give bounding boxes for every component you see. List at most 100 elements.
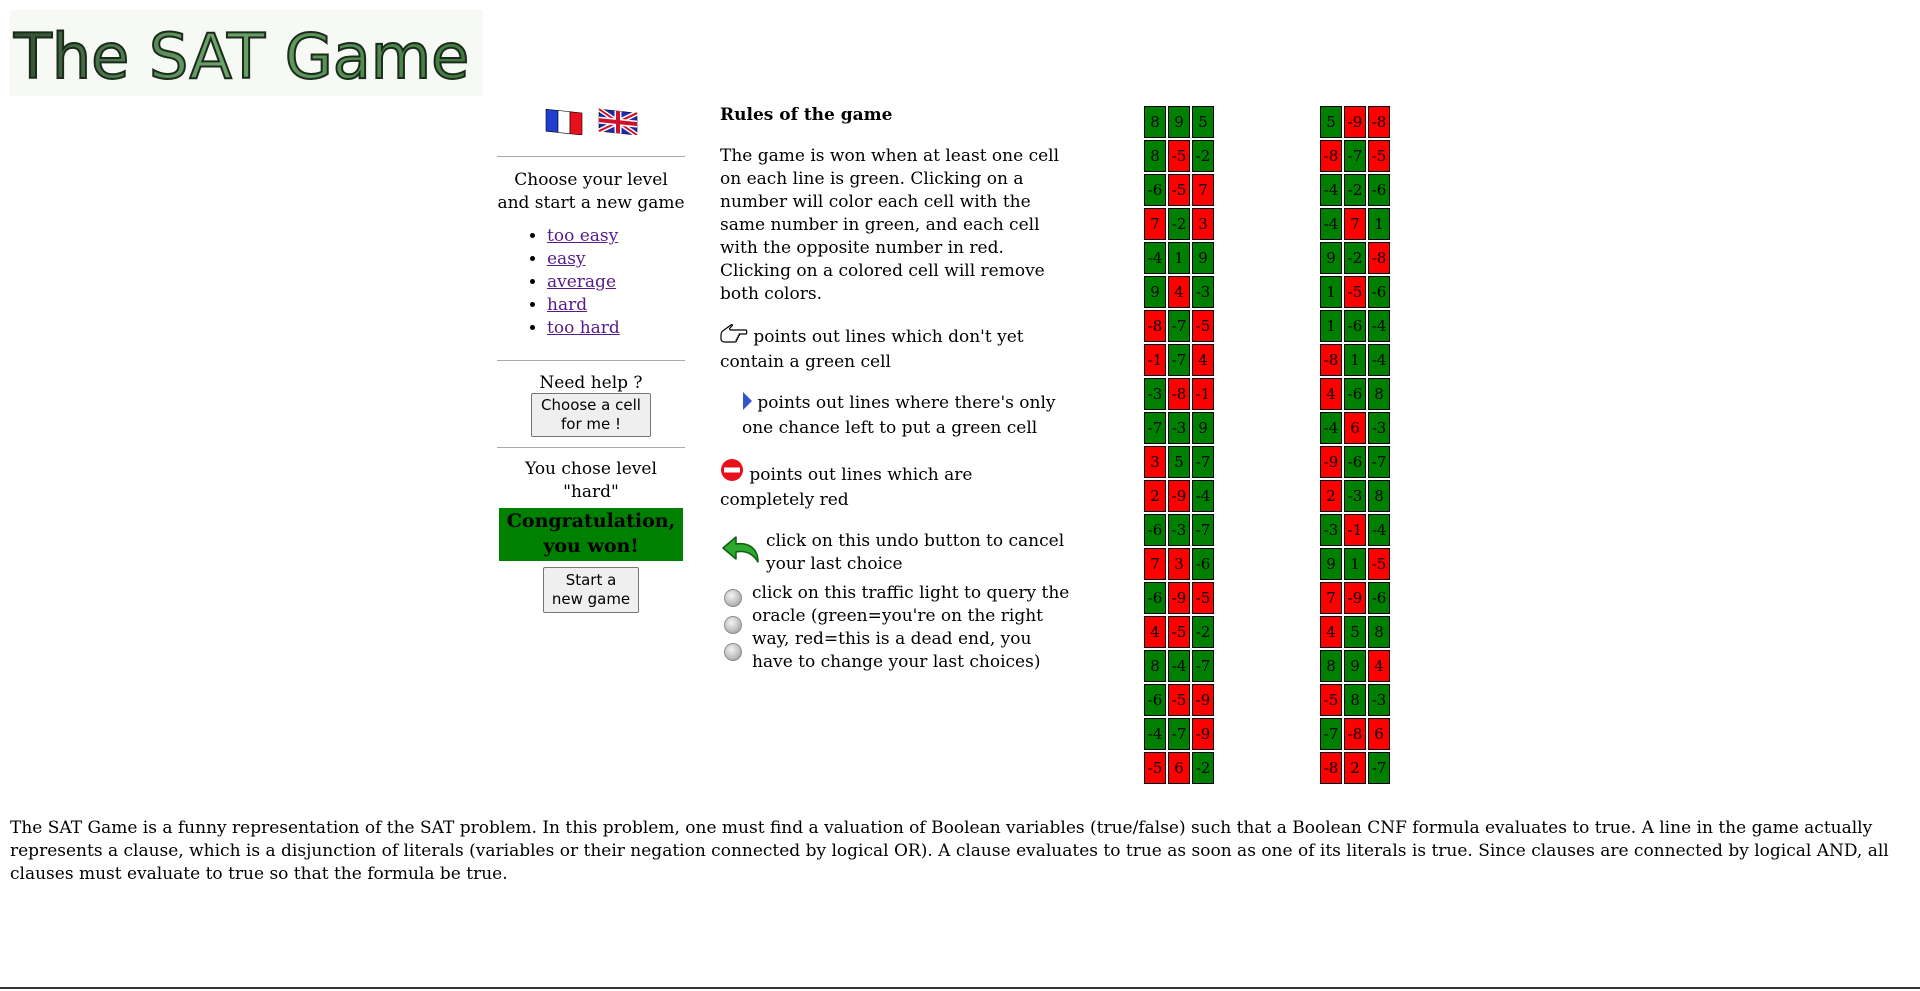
literal-cell[interactable]: -8 [1344, 718, 1366, 750]
literal-cell[interactable]: 5 [1192, 106, 1214, 138]
literal-cell[interactable]: -5 [1168, 140, 1190, 172]
literal-cell[interactable]: -9 [1320, 446, 1342, 478]
literal-cell[interactable]: -4 [1368, 514, 1390, 546]
literal-cell[interactable]: -4 [1368, 344, 1390, 376]
literal-cell[interactable]: 8 [1320, 650, 1342, 682]
literal-cell[interactable]: -5 [1192, 582, 1214, 614]
literal-cell[interactable]: -2 [1192, 140, 1214, 172]
literal-cell[interactable]: 4 [1320, 378, 1342, 410]
literal-cell[interactable]: 9 [1192, 242, 1214, 274]
literal-cell[interactable]: 1 [1368, 208, 1390, 240]
literal-cell[interactable]: 1 [1344, 548, 1366, 580]
literal-cell[interactable]: -3 [1320, 514, 1342, 546]
literal-cell[interactable]: 7 [1344, 208, 1366, 240]
literal-cell[interactable]: 9 [1320, 548, 1342, 580]
literal-cell[interactable]: 8 [1144, 106, 1166, 138]
literal-cell[interactable]: -8 [1320, 752, 1342, 784]
literal-cell[interactable]: -6 [1144, 514, 1166, 546]
literal-cell[interactable]: 9 [1168, 106, 1190, 138]
literal-cell[interactable]: -5 [1320, 684, 1342, 716]
literal-cell[interactable]: 5 [1344, 616, 1366, 648]
literal-cell[interactable]: 7 [1320, 582, 1342, 614]
literal-cell[interactable]: 8 [1344, 684, 1366, 716]
literal-cell[interactable]: -3 [1168, 514, 1190, 546]
new-game-button[interactable]: Start a new game [543, 567, 639, 613]
literal-cell[interactable]: -9 [1168, 582, 1190, 614]
literal-cell[interactable]: -7 [1192, 514, 1214, 546]
literal-cell[interactable]: -6 [1344, 446, 1366, 478]
literal-cell[interactable]: 4 [1144, 616, 1166, 648]
literal-cell[interactable]: -3 [1144, 378, 1166, 410]
literal-cell[interactable]: -5 [1344, 276, 1366, 308]
literal-cell[interactable]: -9 [1192, 684, 1214, 716]
undo-arrow-icon[interactable] [720, 532, 766, 576]
literal-cell[interactable]: -5 [1192, 310, 1214, 342]
literal-cell[interactable]: -8 [1368, 106, 1390, 138]
literal-cell[interactable]: 4 [1320, 616, 1342, 648]
literal-cell[interactable]: 8 [1144, 140, 1166, 172]
literal-cell[interactable]: 1 [1344, 344, 1366, 376]
literal-cell[interactable]: -7 [1192, 650, 1214, 682]
literal-cell[interactable]: 7 [1144, 208, 1166, 240]
literal-cell[interactable]: -2 [1192, 616, 1214, 648]
literal-cell[interactable]: -7 [1168, 718, 1190, 750]
literal-cell[interactable]: 3 [1192, 208, 1214, 240]
literal-cell[interactable]: -5 [1168, 174, 1190, 206]
level-link-too-hard[interactable]: too hard [547, 318, 620, 338]
literal-cell[interactable]: -4 [1192, 480, 1214, 512]
literal-cell[interactable]: -6 [1344, 378, 1366, 410]
traffic-light-icon[interactable] [724, 643, 742, 661]
literal-cell[interactable]: -4 [1144, 242, 1166, 274]
traffic-light[interactable] [720, 582, 752, 674]
literal-cell[interactable]: -7 [1368, 752, 1390, 784]
literal-cell[interactable]: -8 [1320, 140, 1342, 172]
literal-cell[interactable]: -6 [1192, 548, 1214, 580]
literal-cell[interactable]: 8 [1368, 480, 1390, 512]
literal-cell[interactable]: -6 [1368, 582, 1390, 614]
literal-cell[interactable]: 8 [1368, 616, 1390, 648]
literal-cell[interactable]: 2 [1144, 480, 1166, 512]
literal-cell[interactable]: -5 [1144, 752, 1166, 784]
literal-cell[interactable]: -9 [1168, 480, 1190, 512]
literal-cell[interactable]: 2 [1344, 752, 1366, 784]
literal-cell[interactable]: -7 [1168, 344, 1190, 376]
literal-cell[interactable]: -5 [1168, 684, 1190, 716]
literal-cell[interactable]: -3 [1192, 276, 1214, 308]
literal-cell[interactable]: -1 [1144, 344, 1166, 376]
literal-cell[interactable]: 6 [1344, 412, 1366, 444]
literal-cell[interactable]: -9 [1192, 718, 1214, 750]
literal-cell[interactable]: 5 [1320, 106, 1342, 138]
literal-cell[interactable]: -9 [1344, 582, 1366, 614]
literal-cell[interactable]: 9 [1320, 242, 1342, 274]
literal-cell[interactable]: -4 [1320, 208, 1342, 240]
literal-cell[interactable]: 4 [1168, 276, 1190, 308]
literal-cell[interactable]: -6 [1144, 684, 1166, 716]
literal-cell[interactable]: -4 [1144, 718, 1166, 750]
literal-cell[interactable]: -1 [1344, 514, 1366, 546]
literal-cell[interactable]: -8 [1168, 378, 1190, 410]
literal-cell[interactable]: -6 [1144, 582, 1166, 614]
literal-cell[interactable]: -8 [1368, 242, 1390, 274]
literal-cell[interactable]: -5 [1368, 548, 1390, 580]
literal-cell[interactable]: -3 [1168, 412, 1190, 444]
french-flag-icon[interactable] [544, 108, 584, 135]
literal-cell[interactable]: 9 [1344, 650, 1366, 682]
literal-cell[interactable]: -5 [1368, 140, 1390, 172]
literal-cell[interactable]: -7 [1368, 446, 1390, 478]
literal-cell[interactable]: 6 [1368, 718, 1390, 750]
literal-cell[interactable]: -7 [1320, 718, 1342, 750]
literal-cell[interactable]: -2 [1168, 208, 1190, 240]
literal-cell[interactable]: 7 [1144, 548, 1166, 580]
level-link-hard[interactable]: hard [547, 295, 587, 315]
literal-cell[interactable]: -3 [1368, 412, 1390, 444]
literal-cell[interactable]: -6 [1368, 276, 1390, 308]
literal-cell[interactable]: -3 [1344, 480, 1366, 512]
literal-cell[interactable]: -7 [1144, 412, 1166, 444]
literal-cell[interactable]: 9 [1192, 412, 1214, 444]
literal-cell[interactable]: -6 [1344, 310, 1366, 342]
literal-cell[interactable]: 5 [1168, 446, 1190, 478]
literal-cell[interactable]: 8 [1368, 378, 1390, 410]
literal-cell[interactable]: -6 [1368, 174, 1390, 206]
literal-cell[interactable]: -3 [1368, 684, 1390, 716]
uk-flag-icon[interactable] [598, 107, 638, 135]
